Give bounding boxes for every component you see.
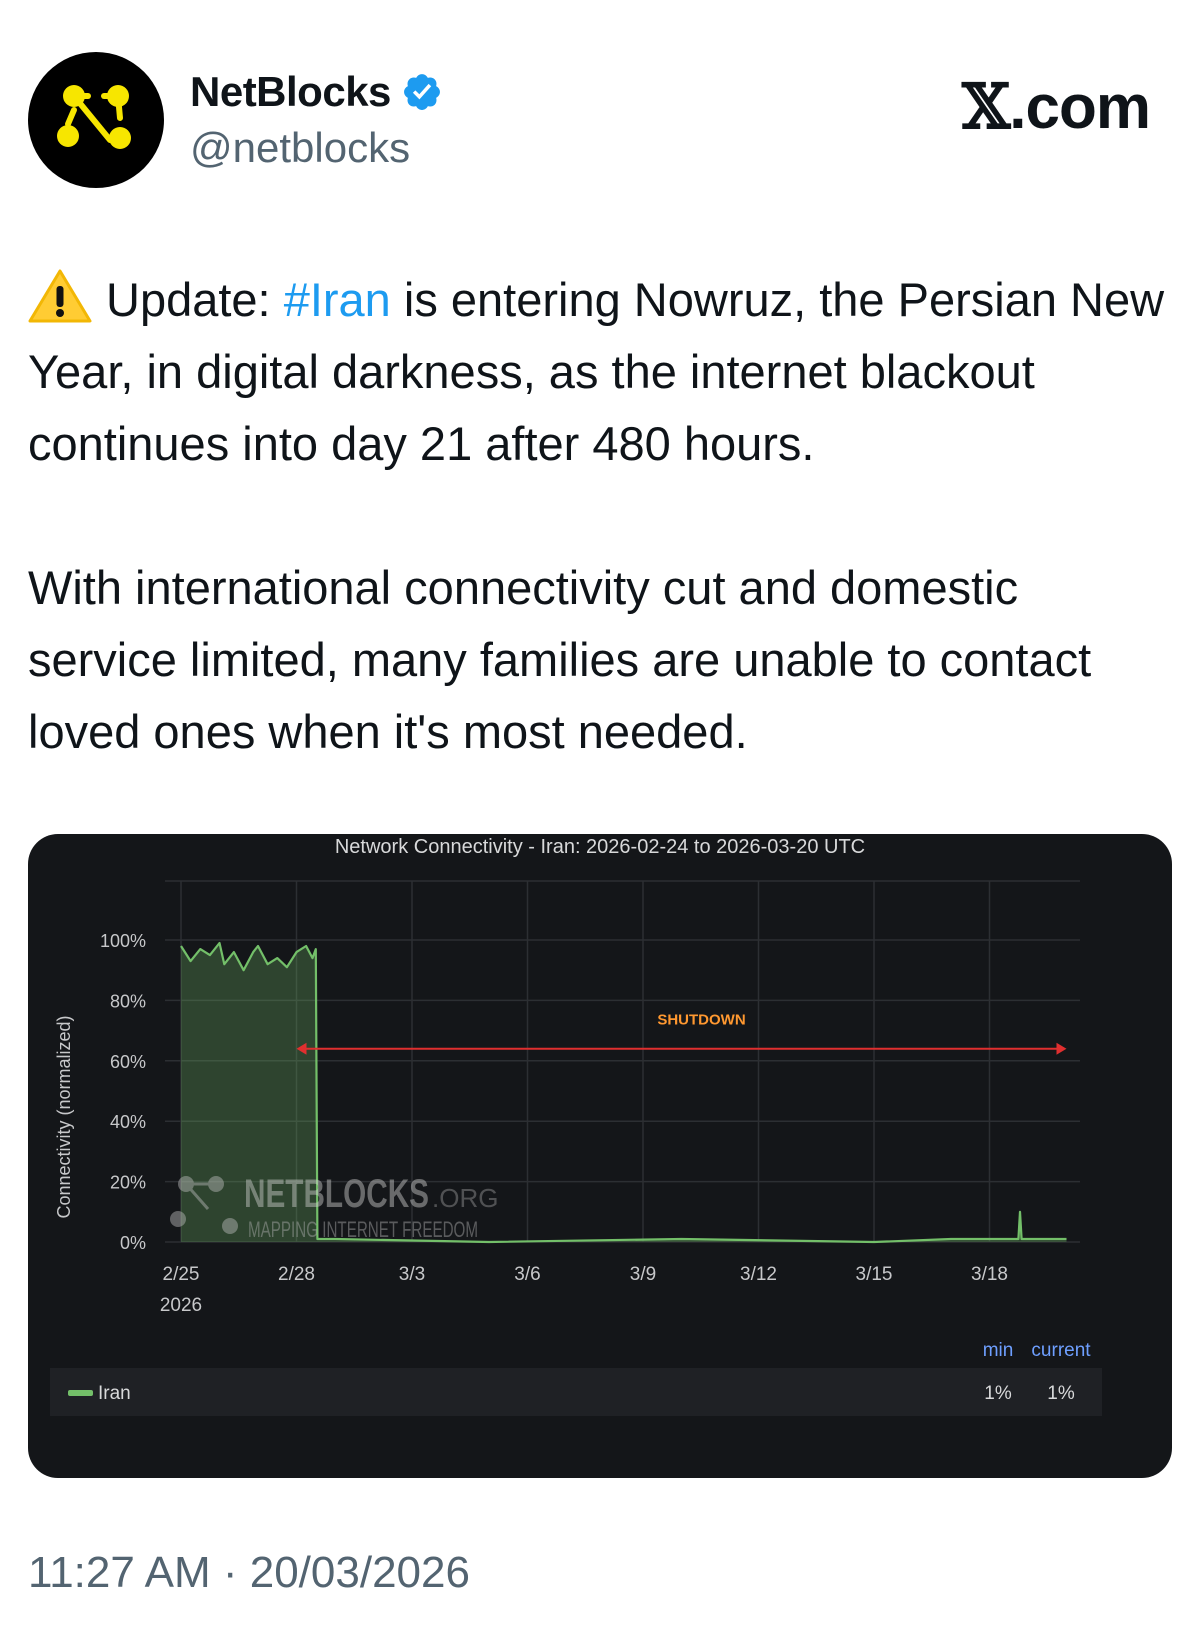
y-tick-label: 60% <box>110 1052 146 1072</box>
y-tick-label: 0% <box>120 1233 146 1253</box>
y-tick-label: 20% <box>110 1173 146 1193</box>
x-tick-label: 2/25 <box>163 1264 200 1285</box>
tweet-text-lead: Update: <box>106 273 284 326</box>
x-tick-label: 3/9 <box>630 1264 656 1285</box>
y-axis-label: Connectivity (normalized) <box>54 1015 74 1218</box>
watermark-suffix: .ORG <box>432 1183 498 1213</box>
shutdown-arrow-right-head <box>1056 1042 1067 1055</box>
warning-icon <box>28 269 92 323</box>
connectivity-chart: Network Connectivity - Iran: 2026-02-24 … <box>50 836 1102 1416</box>
x-tick-label: 3/6 <box>514 1264 540 1285</box>
chart-image[interactable]: Network Connectivity - Iran: 2026-02-24 … <box>28 834 1172 1478</box>
legend-series-name: Iran <box>98 1383 131 1404</box>
legend-header-min: min <box>983 1340 1014 1361</box>
tweet-screenshot: NetBlocks @netblocks 𝕏.com Update: #Iran… <box>0 0 1200 1626</box>
display-name-text: NetBlocks <box>190 68 391 115</box>
watermark-tagline: MAPPING INTERNET FREEDOM <box>248 1217 478 1242</box>
tweet-paragraph-1: Update: #Iran is entering Nowruz, the Pe… <box>28 264 1178 480</box>
legend-value-min: 1% <box>984 1383 1012 1404</box>
x-tick-label: 3/12 <box>740 1264 777 1285</box>
avatar[interactable] <box>28 52 164 188</box>
tweet-paragraph-2: With international connectivity cut and … <box>28 561 1092 758</box>
watermark-node <box>222 1218 238 1234</box>
tweet-timestamp[interactable]: 11:27 AM · 20/03/2026 <box>28 1548 470 1598</box>
x-tick-label: 3/18 <box>971 1264 1008 1285</box>
hashtag-link[interactable]: #Iran <box>284 273 391 326</box>
legend-swatch-iran <box>68 1390 93 1396</box>
x-tick-year-label: 2026 <box>160 1295 202 1316</box>
x-com-label: 𝕏.com <box>962 70 1151 143</box>
display-name[interactable]: NetBlocks <box>190 68 443 116</box>
account-handle[interactable]: @netblocks <box>190 124 410 172</box>
tweet-body: Update: #Iran is entering Nowruz, the Pe… <box>28 264 1178 768</box>
y-tick-label: 100% <box>100 931 146 951</box>
netblocks-logo-icon <box>57 85 131 149</box>
legend-value-current: 1% <box>1047 1383 1075 1404</box>
legend-header-current: current <box>1031 1340 1091 1361</box>
x-tick-label: 3/3 <box>399 1264 425 1285</box>
watermark-brand: NETBLOCKS <box>244 1172 429 1216</box>
x-tick-label: 3/15 <box>856 1264 893 1285</box>
site-suffix: .com <box>1009 73 1151 142</box>
legend-row-background <box>50 1368 1102 1416</box>
shutdown-label: SHUTDOWN <box>657 1012 745 1029</box>
y-tick-label: 40% <box>110 1112 146 1132</box>
verified-badge-icon <box>403 74 440 110</box>
x-tick-label: 2/28 <box>278 1264 315 1285</box>
chart-title: Network Connectivity - Iran: 2026-02-24 … <box>335 836 865 858</box>
x-logo-icon: 𝕏 <box>962 70 1010 143</box>
watermark-node <box>170 1211 186 1227</box>
y-tick-label: 80% <box>110 991 146 1011</box>
